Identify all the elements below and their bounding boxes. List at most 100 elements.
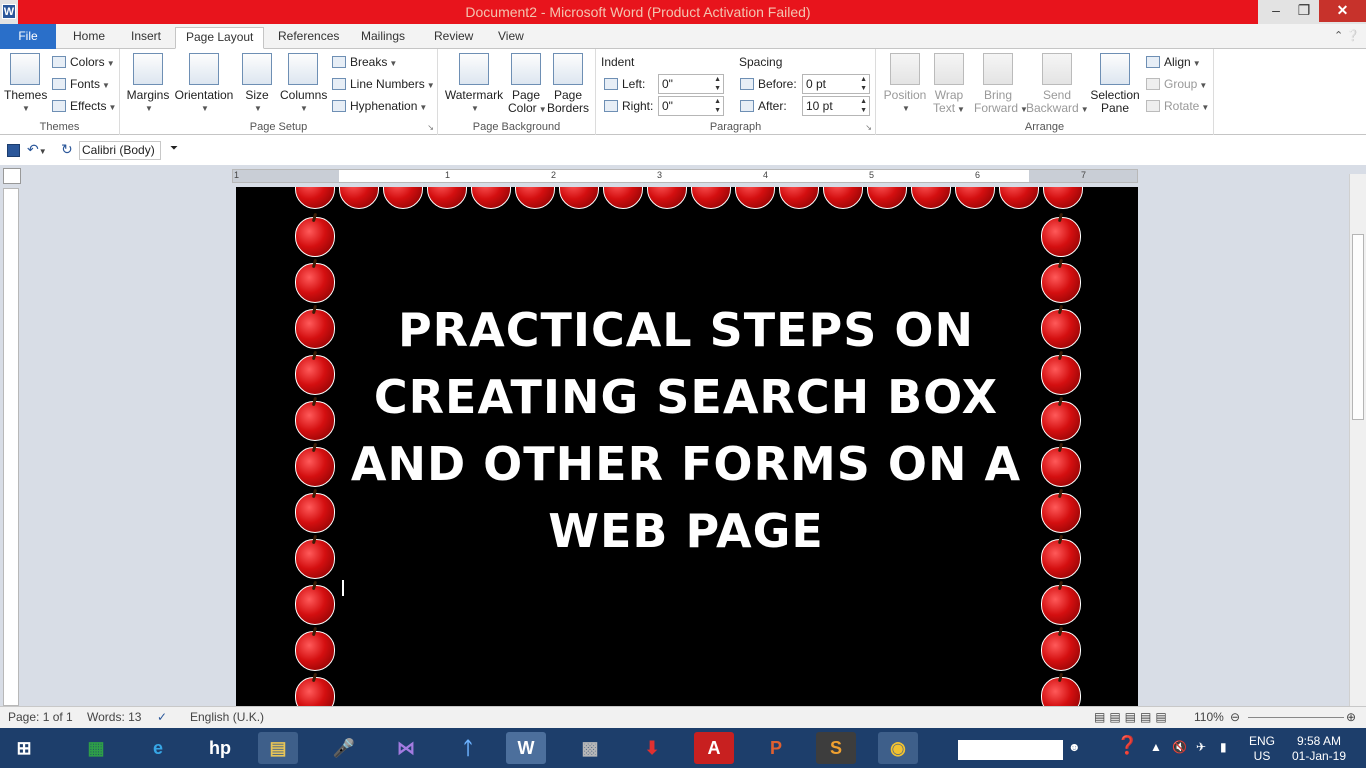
send-backward-button[interactable]: Send Backward ▼ [1026, 53, 1089, 116]
indent-left-input[interactable]: 0" ▲ ▼ [658, 74, 724, 94]
bluetooth-icon[interactable]: ᛏ [448, 732, 488, 764]
search-people-icon[interactable]: ☻ [1068, 740, 1081, 755]
title-bar: W Document2 - Microsoft Word (Product Ac… [0, 0, 1366, 24]
document-heading[interactable]: PRACTICAL STEPS ON CREATING SEARCH BOX A… [336, 297, 1036, 565]
undo-icon[interactable]: ↶▼ [27, 141, 47, 158]
hp-icon[interactable]: hp [200, 732, 240, 764]
vertical-scrollbar[interactable] [1349, 174, 1366, 706]
battery-icon[interactable]: ▮ [1220, 740, 1227, 755]
spinner-arrows-icon[interactable]: ▲ ▼ [714, 97, 721, 115]
minimize-button[interactable]: – [1262, 0, 1290, 22]
airplane-mode-icon[interactable]: ✈ [1196, 740, 1206, 755]
view-buttons[interactable]: ▤▤▤▤▤ [1094, 710, 1171, 724]
word-app-icon[interactable]: W [2, 4, 16, 19]
document-page[interactable]: PRACTICAL STEPS ON CREATING SEARCH BOX A… [236, 187, 1138, 707]
page-color-button[interactable]: Page Color ▼ [508, 53, 547, 116]
position-button[interactable]: Position ▼ [882, 53, 928, 115]
line-numbers-button[interactable]: Line Numbers ▼ [332, 75, 435, 93]
tab-page-layout[interactable]: Page Layout [175, 27, 265, 49]
language-switcher[interactable]: ENG US [1248, 734, 1276, 764]
spacing-before-input[interactable]: 0 pt ▲ ▼ [802, 74, 870, 94]
paragraph-dialog-launcher-icon[interactable]: ↘ [865, 123, 872, 132]
bring-forward-button[interactable]: Bring Forward ▼ [974, 53, 1028, 116]
page-count[interactable]: Page: 1 of 1 [8, 710, 73, 724]
tab-review[interactable]: Review [424, 27, 483, 49]
start-icon[interactable]: ⊞ [4, 732, 44, 764]
group-button[interactable]: Group ▼ [1146, 75, 1207, 93]
acrobat-icon[interactable]: A [694, 732, 734, 764]
tab-view[interactable]: View [488, 27, 534, 49]
zoom-slider[interactable] [1248, 717, 1344, 718]
ribbon-minimize-help[interactable]: ⌃ ❔ [1334, 29, 1360, 42]
close-button[interactable]: ✕ [1319, 0, 1366, 22]
restore-button[interactable]: ❐ [1290, 0, 1318, 22]
indent-right-input[interactable]: 0" ▲ ▼ [658, 96, 724, 116]
spinner-arrows-icon[interactable]: ▲ ▼ [714, 75, 721, 93]
rotate-button[interactable]: Rotate ▼ [1146, 97, 1209, 115]
visual-studio-icon[interactable]: ⋈ [386, 732, 426, 764]
word-count[interactable]: Words: 13 [87, 710, 141, 724]
tab-selector[interactable] [3, 168, 21, 184]
selection-pane-button[interactable]: Selection Pane [1088, 53, 1142, 115]
page-borders-button[interactable]: Page Borders [546, 53, 590, 115]
themes-button[interactable]: Themes ▼ [4, 53, 47, 115]
word-taskbar-icon[interactable]: W [506, 732, 546, 764]
watermark-button[interactable]: Watermark ▼ [444, 53, 504, 115]
send-backward-icon [1042, 53, 1072, 85]
wrap-text-button[interactable]: Wrap Text ▼ [932, 53, 966, 116]
store-icon[interactable]: ▦ [76, 732, 116, 764]
colors-button[interactable]: Colors ▼ [52, 53, 115, 71]
save-icon[interactable] [7, 144, 20, 157]
margins-button[interactable]: Margins ▼ [126, 53, 170, 115]
ruler-number: 3 [657, 170, 663, 180]
remote-app-icon[interactable]: ▩ [570, 732, 610, 764]
hyphenation-button[interactable]: Hyphenation ▼ [332, 97, 427, 115]
size-button[interactable]: Size ▼ [240, 53, 274, 115]
tab-references[interactable]: References [268, 27, 349, 49]
file-explorer-icon[interactable]: ▤ [258, 732, 298, 764]
language-indicator[interactable]: English (U.K.) [190, 710, 264, 724]
customize-qat-icon[interactable]: ⏷ [170, 143, 178, 154]
font-name-dropdown[interactable]: Calibri (Body) ▼ [79, 141, 161, 173]
powerpoint-icon[interactable]: P [756, 732, 796, 764]
volume-icon[interactable]: 🔇 [1172, 740, 1187, 755]
spinner-arrows-icon[interactable]: ▲ ▼ [860, 97, 867, 115]
taskbar-search-box[interactable] [958, 740, 1063, 760]
help-icon[interactable]: ❓ [1116, 736, 1138, 754]
fonts-button[interactable]: Fonts ▼ [52, 75, 110, 93]
effects-button[interactable]: Effects ▼ [52, 97, 116, 115]
breaks-button[interactable]: Breaks ▼ [332, 53, 397, 71]
zoom-in-icon[interactable]: ⊕ [1346, 710, 1356, 724]
align-button[interactable]: Align ▼ [1146, 53, 1201, 71]
proofing-icon[interactable]: ✓ [157, 710, 167, 724]
orientation-button[interactable]: Orientation ▼ [172, 53, 236, 115]
redo-icon[interactable]: ↻ [61, 141, 73, 158]
columns-button[interactable]: Columns ▼ [280, 53, 327, 115]
vertical-ruler[interactable] [3, 188, 19, 706]
tab-insert[interactable]: Insert [121, 27, 171, 49]
downloader-icon[interactable]: ⬇ [632, 732, 672, 764]
page-setup-dialog-launcher-icon[interactable]: ↘ [427, 123, 434, 132]
status-bar: Page: 1 of 1 Words: 13 ✓ English (U.K.) … [0, 706, 1366, 728]
ruler-number: 2 [551, 170, 557, 180]
tray-chevron-icon[interactable]: ▲ [1150, 740, 1162, 755]
zoom-out-icon[interactable]: ⊖ [1230, 710, 1240, 724]
group-page-background: Watermark ▼ Page Color ▼ Page Borders Page B… [438, 49, 596, 135]
colors-icon [52, 56, 66, 68]
clock[interactable]: 9:58 AM 01-Jan-19 [1288, 734, 1350, 764]
group-icon [1146, 78, 1160, 90]
chrome-icon[interactable]: ◉ [878, 732, 918, 764]
tab-home[interactable]: Home [63, 27, 115, 49]
voice-recorder-icon[interactable]: 🎤 [324, 732, 364, 764]
sublime-text-icon[interactable]: S [816, 732, 856, 764]
zoom-level[interactable]: 110% [1194, 710, 1224, 724]
apple-border-icon [1038, 579, 1082, 625]
internet-explorer-icon[interactable]: e [138, 732, 178, 764]
align-icon [1146, 56, 1160, 68]
spacing-after-input[interactable]: 10 pt ▲ ▼ [802, 96, 870, 116]
tab-mailings[interactable]: Mailings [351, 27, 415, 49]
spinner-arrows-icon[interactable]: ▲ ▼ [860, 75, 867, 93]
tab-file[interactable]: File [0, 24, 56, 49]
scrollbar-thumb[interactable] [1352, 234, 1364, 420]
horizontal-ruler[interactable]: 1 1 2 3 4 5 6 7 [232, 169, 1138, 183]
